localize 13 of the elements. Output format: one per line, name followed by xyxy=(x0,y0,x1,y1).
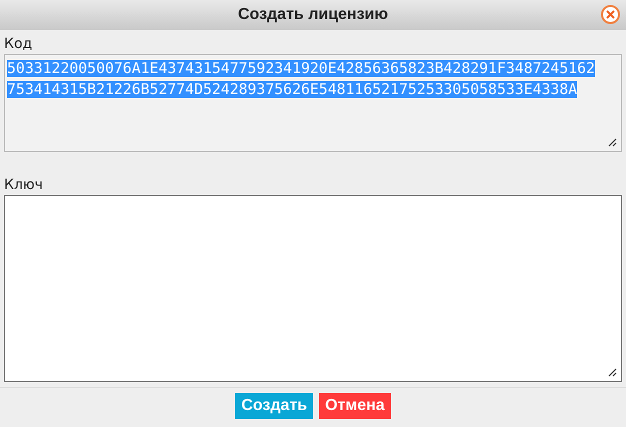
resize-grip-icon[interactable] xyxy=(608,138,617,147)
field-label: Код xyxy=(4,35,34,54)
cancel-button[interactable]: Отмена xyxy=(319,393,391,419)
resize-grip-icon[interactable] xyxy=(608,368,617,377)
code-text: 50331220050076A1E4374315477592341920E42856365823B428291F3487245162 xyxy=(7,60,595,77)
code-field[interactable]: 50331220050076A1E4374315477592341920E42856365823B428291F3487245162 753414315B21226B52774D524289375626E54811652175253305058533E4338A xyxy=(4,54,622,152)
create-button[interactable]: Создать xyxy=(235,393,314,419)
code-text: 753414315B21226B52774D524289375626E54811652175253305058533E4338A xyxy=(7,81,578,98)
window-title: Создать лицензию xyxy=(238,5,388,25)
field-label: Ключ xyxy=(4,176,44,195)
key-field[interactable] xyxy=(4,195,622,382)
close-button[interactable] xyxy=(601,5,620,24)
close-icon xyxy=(606,10,615,19)
